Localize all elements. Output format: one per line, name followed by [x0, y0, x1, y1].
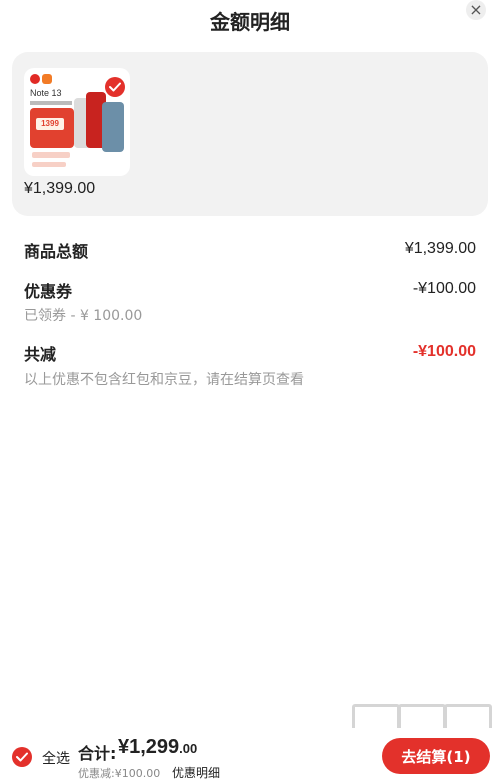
total-label: 合计: — [78, 744, 117, 763]
bottom-bar: 全选 合计: ¥1,299.00 优惠减:¥100.00 优惠明细 去结算(1) — [0, 728, 500, 782]
page-title: 金额明细 — [210, 10, 290, 34]
total-reduce-label: 共减 — [24, 345, 57, 364]
discount-note: 优惠减:¥100.00 — [78, 767, 161, 780]
header: 金额明细 × — [0, 0, 500, 40]
reduce-note: 以上优惠不包含红包和京豆，请在结算页查看 — [24, 372, 304, 388]
thumbnail-promo-price: 1399 — [36, 118, 64, 130]
total-amount-cents: .00 — [179, 741, 198, 756]
coupon-label: 优惠券 — [24, 282, 73, 301]
mi-logo-icon — [42, 74, 52, 84]
thumbnail-model-text: Note 13 — [30, 88, 62, 98]
phone-image-blue — [102, 102, 124, 152]
thumbnail-promo-line — [32, 162, 66, 167]
product-card: Note 13 1399 ¥1,399.00 — [12, 52, 488, 216]
select-all-label[interactable]: 全选 — [42, 748, 70, 768]
product-price: ¥1,399.00 — [24, 180, 96, 197]
coupon-sub-text: 已领券 - ¥ 100.00 — [24, 308, 143, 324]
checkout-button[interactable]: 去结算(1) — [382, 738, 490, 774]
total-reduce-value: -¥100.00 — [412, 343, 476, 360]
thumbnail-promo-line — [32, 152, 70, 158]
amount-detail-page: 金额明细 × Note 13 1399 ¥1,399.00 商品总额 ¥1,39… — [0, 0, 500, 782]
thumbnail-subtitle-bar — [30, 101, 72, 105]
total-amount: ¥1,299.00 — [118, 736, 197, 759]
goods-total-label: 商品总额 — [24, 242, 89, 261]
total-amount-main: ¥1,299 — [118, 736, 180, 758]
select-all-check-icon[interactable] — [12, 747, 32, 767]
coupon-value: -¥100.00 — [412, 280, 476, 297]
goods-total-value: ¥1,399.00 — [404, 240, 476, 257]
jd-logo-icon — [30, 74, 40, 84]
discount-detail-link[interactable]: 优惠明细 — [172, 764, 220, 781]
product-selected-check-icon[interactable] — [105, 77, 125, 97]
close-icon[interactable]: × — [466, 0, 486, 20]
